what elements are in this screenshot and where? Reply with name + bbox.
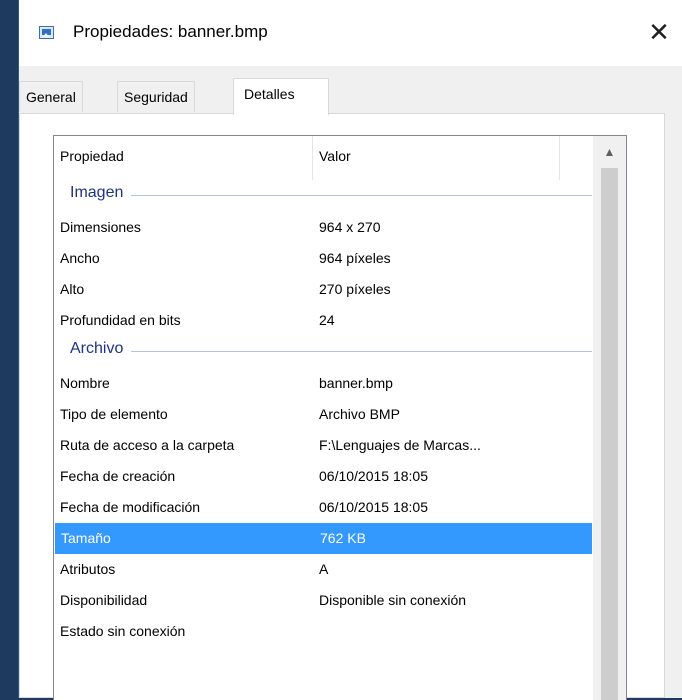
property-name: Alto [60, 281, 85, 297]
image-file-icon [39, 26, 54, 39]
column-header: Propiedad Valor [54, 136, 592, 180]
properties-dialog: Propiedades: banner.bmp ✕ General Seguri… [18, 0, 682, 700]
property-rows: Imagen Dimensiones 964 x 270 Ancho 964 píxel… [54, 180, 592, 647]
property-name: Fecha de modificación [60, 499, 201, 515]
property-value: 964 píxeles [319, 250, 391, 266]
title-bar[interactable]: Propiedades: banner.bmp ✕ [19, 0, 682, 66]
close-button[interactable]: ✕ [636, 12, 682, 52]
scroll-thumb[interactable] [601, 168, 618, 700]
property-value: banner.bmp [319, 375, 393, 391]
group-header: Imagen [54, 180, 592, 212]
property-value: A [319, 561, 329, 577]
property-row[interactable]: Profundidad en bits 24 [54, 305, 592, 336]
vertical-scrollbar[interactable]: ▲ [593, 136, 626, 700]
property-name: Tamaño [61, 530, 111, 546]
property-row[interactable]: Tipo de elemento Archivo BMP [54, 399, 592, 430]
property-name: Fecha de creación [60, 468, 176, 484]
property-name: Disponibilidad [60, 592, 148, 608]
property-value: F:\Lenguajes de Marcas... [319, 437, 481, 453]
header-value[interactable]: Valor [319, 148, 351, 164]
details-tab-panel: Propiedad Valor Imagen Dimensiones 964 x 2… [19, 113, 665, 700]
property-name: Ancho [60, 250, 100, 266]
group-header: Archivo [54, 336, 592, 368]
property-name: Nombre [60, 375, 110, 391]
property-row[interactable]: Fecha de modificación 06/10/2015 18:05 [54, 492, 592, 523]
property-row[interactable]: Ancho 964 píxeles [54, 243, 592, 274]
column-divider[interactable] [559, 136, 560, 180]
property-value: Disponible sin conexión [319, 592, 467, 608]
group-divider [70, 351, 592, 352]
property-name: Estado sin conexión [60, 623, 186, 639]
property-value: 964 x 270 [319, 219, 381, 235]
window-title: Propiedades: banner.bmp [73, 22, 268, 41]
property-name: Tipo de elemento [60, 406, 168, 422]
property-row[interactable]: Ruta de acceso a la carpeta F:\Lenguajes … [54, 430, 592, 461]
property-row[interactable]: Atributos A [54, 554, 592, 585]
property-value: 24 [319, 312, 335, 328]
group-title: Archivo [70, 340, 132, 358]
details-list[interactable]: Propiedad Valor Imagen Dimensiones 964 x 2… [53, 135, 627, 700]
column-divider[interactable] [312, 136, 313, 180]
property-value: 06/10/2015 18:05 [319, 499, 428, 515]
tab-general[interactable]: General [19, 81, 83, 112]
property-row[interactable]: Alto 270 píxeles [54, 274, 592, 305]
property-name: Atributos [60, 561, 116, 577]
scroll-up-arrow-icon[interactable]: ▲ [593, 136, 626, 168]
property-row[interactable]: Tamaño 762 KB [55, 523, 592, 554]
property-row[interactable]: Nombre banner.bmp [54, 368, 592, 399]
tab-strip: General Seguridad Detalles [19, 78, 682, 115]
property-value: 06/10/2015 18:05 [319, 468, 428, 484]
property-row[interactable]: Estado sin conexión [54, 616, 592, 647]
property-value: 762 KB [320, 530, 366, 546]
property-row[interactable]: Dimensiones 964 x 270 [54, 212, 592, 243]
group-divider [70, 195, 592, 196]
property-value: Archivo BMP [319, 406, 400, 422]
tab-seguridad[interactable]: Seguridad [117, 81, 195, 112]
property-value: 270 píxeles [319, 281, 391, 297]
property-name: Ruta de acceso a la carpeta [60, 437, 235, 453]
property-row[interactable]: Disponibilidad Disponible sin conexión [54, 585, 592, 616]
property-name: Dimensiones [60, 219, 141, 235]
tab-detalles[interactable]: Detalles [233, 78, 329, 115]
property-name: Profundidad en bits [60, 312, 181, 328]
group-title: Imagen [70, 184, 132, 202]
property-row[interactable]: Fecha de creación 06/10/2015 18:05 [54, 461, 592, 492]
header-property[interactable]: Propiedad [60, 148, 124, 164]
